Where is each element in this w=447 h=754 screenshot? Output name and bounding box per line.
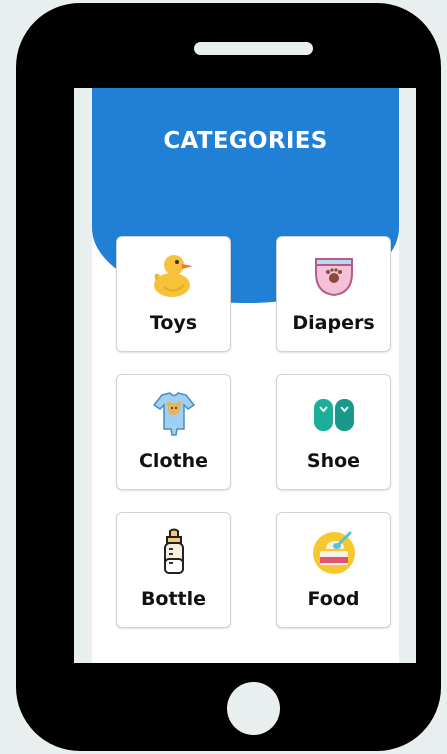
category-label-bottle: Bottle	[140, 588, 207, 610]
app-view: CATEGORIES Toys Diapers Clothe Shoe Bott…	[92, 88, 399, 663]
diaper-icon	[310, 251, 358, 301]
onesie-icon	[150, 389, 198, 439]
category-card-clothe[interactable]: Clothe	[116, 374, 231, 490]
phone-speaker	[194, 42, 313, 55]
category-label-shoe: Shoe	[306, 450, 361, 472]
baby-food-icon	[310, 527, 358, 577]
phone-home-button[interactable]	[227, 682, 280, 735]
duck-icon	[150, 251, 198, 301]
stage: CATEGORIES Toys Diapers Clothe Shoe Bott…	[0, 0, 447, 754]
shoe-icon	[310, 389, 358, 439]
category-label-diapers: Diapers	[292, 312, 375, 334]
category-card-food[interactable]: Food	[276, 512, 391, 628]
category-card-shoe[interactable]: Shoe	[276, 374, 391, 490]
phone-frame: CATEGORIES Toys Diapers Clothe Shoe Bott…	[16, 3, 441, 751]
category-card-bottle[interactable]: Bottle	[116, 512, 231, 628]
category-label-food: Food	[307, 588, 360, 610]
category-label-toys: Toys	[149, 312, 198, 334]
phone-screen: CATEGORIES Toys Diapers Clothe Shoe Bott…	[74, 88, 416, 663]
category-card-toys[interactable]: Toys	[116, 236, 231, 352]
category-card-diapers[interactable]: Diapers	[276, 236, 391, 352]
baby-bottle-icon	[150, 527, 198, 577]
category-label-clothe: Clothe	[138, 450, 208, 472]
page-title: CATEGORIES	[163, 128, 328, 154]
